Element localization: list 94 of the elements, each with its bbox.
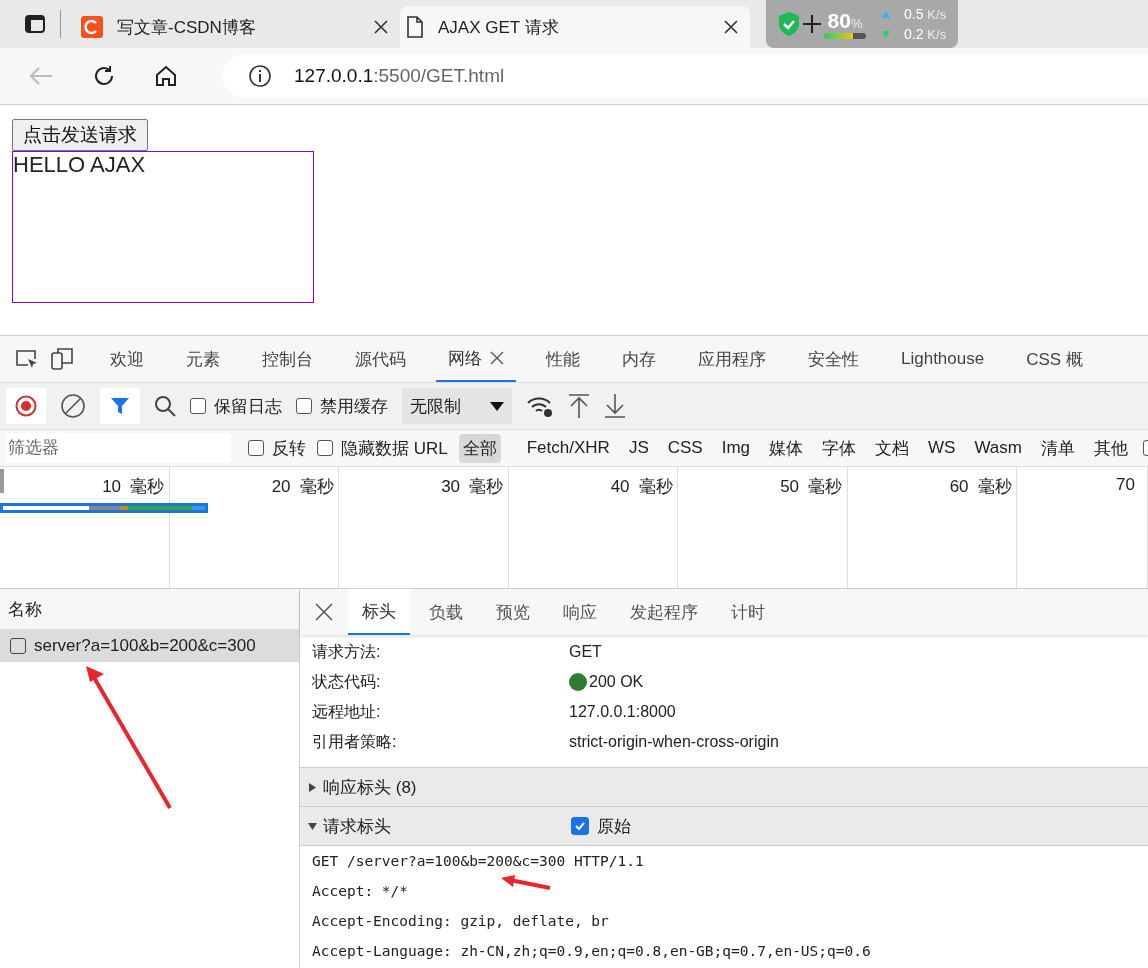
checkbox[interactable]: 反转	[248, 436, 306, 460]
up-triangle-icon	[882, 10, 890, 18]
raw-checkbox[interactable]: 原始	[571, 814, 631, 838]
search-icon[interactable]	[154, 395, 176, 417]
device-icon[interactable]	[50, 347, 76, 371]
time-tick-label: 70	[1116, 475, 1135, 494]
checkbox[interactable]: 隐藏数据 URL	[317, 436, 448, 460]
type-filter[interactable]: Wasm	[970, 435, 1026, 461]
upload-icon[interactable]	[568, 393, 590, 419]
battery-bar-icon	[824, 33, 866, 39]
time-tick-label: 10 毫秒	[102, 477, 165, 496]
type-filter[interactable]: CSS	[663, 435, 707, 461]
upload-speed: 0.5 K/s	[904, 6, 947, 22]
type-filter[interactable]: 媒体	[765, 433, 808, 463]
tab-actions-icon[interactable]	[24, 13, 46, 35]
browser-tab[interactable]: 写文章-CSDN博客	[75, 6, 400, 48]
raw-header-line: GET /server?a=100&b=200&c=300 HTTP/1.1	[312, 852, 644, 871]
section-header[interactable]: 请求标头 原始	[300, 806, 1148, 846]
document-icon	[10, 638, 26, 654]
detail-tab[interactable]: 发起程序	[616, 589, 712, 635]
expand-arrow-icon	[308, 821, 317, 831]
devtools-tab[interactable]: 欢迎	[98, 336, 156, 382]
shield-icon	[778, 11, 800, 37]
home-icon[interactable]	[154, 64, 178, 88]
close-icon[interactable]	[314, 602, 334, 622]
filter-field[interactable]: 筛选器	[6, 433, 231, 463]
record-icon[interactable]	[6, 388, 46, 424]
detail-tab[interactable]: 负载	[415, 589, 477, 635]
section-title: 请求标头	[323, 815, 392, 838]
devtools-tab[interactable]: 源代码	[343, 336, 418, 382]
raw-header-line: Accept-Encoding: gzip, deflate, br	[312, 912, 609, 931]
plus-icon[interactable]	[802, 14, 822, 34]
column-header: 名称	[8, 598, 42, 621]
detail-tab[interactable]: 响应	[549, 589, 611, 635]
header-value: 127.0.0.1:8000	[569, 703, 676, 721]
time-tick-label: 30 毫秒	[441, 477, 504, 496]
reload-icon[interactable]	[92, 64, 116, 88]
close-icon[interactable]	[724, 20, 738, 34]
type-filter[interactable]: 全部	[458, 433, 501, 463]
result-text: HELLO AJAX	[13, 152, 146, 177]
section-header[interactable]: 响应标头 (8)	[300, 767, 1148, 807]
header-value: strict-origin-when-cross-origin	[569, 733, 779, 751]
expand-arrow-icon	[308, 782, 317, 792]
info-icon	[248, 64, 272, 88]
type-filter[interactable]: 清单	[1036, 433, 1079, 463]
throttle-dropdown[interactable]: 无限制	[402, 388, 512, 424]
header-value: 200 OK	[589, 673, 644, 691]
devtools-tab[interactable]: 安全性	[796, 336, 871, 382]
browser-tab[interactable]: AJAX GET 请求	[400, 6, 750, 48]
send-request-button[interactable]: 点击发送请求	[12, 119, 148, 151]
checkbox[interactable]: 禁用缓存	[296, 394, 388, 418]
type-filter[interactable]: JS	[624, 435, 653, 461]
type-filter[interactable]: 其他	[1089, 433, 1132, 463]
header-value: GET	[569, 643, 602, 661]
battery-percent: 80%	[827, 9, 863, 33]
time-tick-label: 40 毫秒	[610, 477, 673, 496]
devtools-tab[interactable]: 元素	[174, 336, 232, 382]
csdn-logo-icon	[81, 16, 103, 38]
type-filter[interactable]: Fetch/XHR	[522, 435, 614, 461]
devtools-tab[interactable]: CSS 概	[1014, 336, 1095, 382]
type-filter[interactable]: Img	[717, 435, 755, 461]
type-filter[interactable]: 文档	[871, 433, 914, 463]
detail-tab[interactable]: 计时	[717, 589, 779, 635]
header-label: 引用者策略:	[312, 731, 398, 752]
raw-header-line: Accept-Language: zh-CN,zh;q=0.9,en;q=0.8,en-GB;q=0.7,en-US;q=0.6	[312, 942, 871, 961]
type-filter[interactable]: WS	[924, 435, 960, 461]
header-label: 状态代码:	[312, 671, 382, 692]
raw-header-line: Accept: */*	[312, 882, 409, 901]
devtools-tab[interactable]: 控制台	[250, 336, 325, 382]
download-speed: 0.2 K/s	[904, 26, 947, 42]
clear-icon[interactable]	[60, 393, 86, 419]
header-label: 远程地址:	[312, 701, 382, 722]
type-filter[interactable]: 字体	[818, 433, 861, 463]
time-tick-label: 60 毫秒	[949, 477, 1012, 496]
close-icon[interactable]	[490, 351, 504, 365]
devtools-tab[interactable]: 性能	[534, 336, 592, 382]
header-label: 请求方法:	[312, 641, 382, 662]
close-icon[interactable]	[374, 20, 388, 34]
download-icon[interactable]	[604, 393, 626, 419]
time-tick-label: 20 毫秒	[271, 477, 334, 496]
request-row[interactable]: server?a=100&b=200&c=300	[0, 630, 299, 662]
checkbox[interactable]: 保留日志	[190, 394, 282, 418]
detail-tab[interactable]: 预览	[482, 589, 544, 635]
detail-tab[interactable]: 标头	[348, 589, 410, 635]
devtools-tab[interactable]: 内存	[610, 336, 668, 382]
filter-icon[interactable]	[100, 388, 140, 424]
down-triangle-icon	[882, 30, 890, 38]
devtools-tab[interactable]: Lighthouse	[889, 336, 997, 382]
caret-icon	[490, 401, 504, 411]
section-title: 响应标头 (8)	[323, 776, 418, 799]
address-bar[interactable]: 127.0.0.1:5500/GET.html	[222, 54, 1148, 98]
devtools-tab[interactable]: 应用程序	[686, 336, 778, 382]
page-icon	[406, 16, 424, 38]
time-tick-label: 50 毫秒	[780, 477, 843, 496]
